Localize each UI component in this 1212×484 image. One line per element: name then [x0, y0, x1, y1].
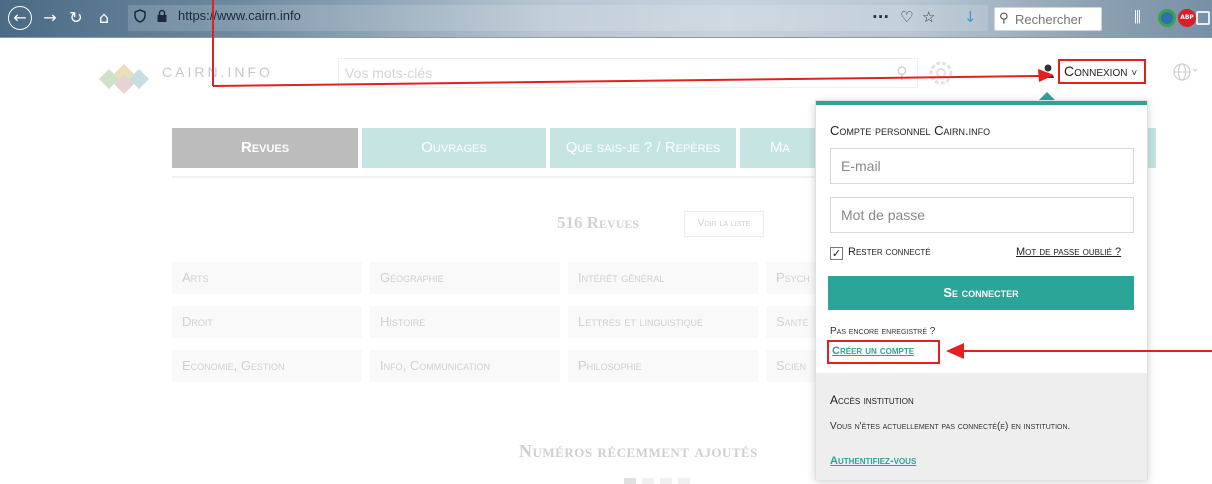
logo-text[interactable]: CAIRN.INFO: [162, 64, 273, 80]
lock-icon: [157, 9, 167, 22]
page-actions-icon[interactable]: ···: [872, 8, 889, 26]
not-registered-text: Pas encore enregistré ?: [830, 326, 936, 337]
tab-que-sais-je[interactable]: Que sais-je ? / Repères: [550, 128, 736, 168]
login-title: Compte personnel Cairn.info: [830, 123, 991, 138]
carousel-dots[interactable]: [624, 478, 704, 484]
extension-globe-icon[interactable]: [1158, 9, 1176, 27]
login-popup: Compte personnel Cairn.info ✓ Rester con…: [815, 100, 1148, 480]
browser-search-input[interactable]: [1015, 8, 1101, 30]
category-item[interactable]: Scien: [766, 350, 816, 382]
reload-icon[interactable]: ↻: [66, 8, 86, 28]
category-item[interactable]: Géographie: [370, 262, 560, 294]
library-icon[interactable]: ⫼: [1134, 8, 1141, 26]
email-field[interactable]: [830, 148, 1134, 184]
url-text[interactable]: https://www.cairn.info: [178, 8, 301, 23]
back-arrow-icon[interactable]: ←: [8, 6, 32, 30]
user-icon[interactable]: [1040, 63, 1056, 79]
email-input[interactable]: [831, 149, 1127, 183]
extension-square-icon[interactable]: [1196, 11, 1210, 25]
voir-la-liste-button[interactable]: Voir la liste: [684, 211, 764, 237]
category-item[interactable]: Histoire: [370, 306, 560, 338]
login-button[interactable]: Se connecter: [828, 276, 1134, 310]
download-icon[interactable]: ↓: [964, 8, 977, 26]
adblock-icon[interactable]: ABP: [1178, 9, 1196, 27]
category-item[interactable]: Philosophie: [568, 350, 758, 382]
category-item[interactable]: Arts: [172, 262, 362, 294]
site-search-input[interactable]: [339, 59, 859, 87]
home-icon[interactable]: ⌂: [94, 8, 114, 28]
category-item[interactable]: Intérêt général: [568, 262, 758, 294]
popup-accent-bar: [816, 101, 1147, 105]
popup-caret: [1039, 92, 1055, 100]
site-search-box[interactable]: [338, 58, 918, 88]
tabs-divider: [172, 176, 818, 178]
password-input[interactable]: [831, 198, 1127, 232]
bookmark-star-icon[interactable]: ☆: [922, 8, 935, 26]
create-account-link[interactable]: Créer un compte: [832, 345, 914, 357]
category-item[interactable]: Santé: [766, 306, 816, 338]
tab-magazines[interactable]: Ma: [740, 128, 820, 168]
chevron-down-icon: ˅: [1131, 68, 1138, 79]
remember-label[interactable]: Rester connecté: [848, 246, 931, 258]
remember-checkbox[interactable]: ✓: [830, 247, 843, 260]
recent-issues-title: Numéros récemment ajoutés: [519, 441, 758, 461]
category-item[interactable]: Economie, Gestion: [172, 350, 362, 382]
globe-icon[interactable]: [1172, 62, 1198, 82]
forward-arrow-icon[interactable]: →: [40, 8, 60, 28]
search-icon: ⚲: [999, 11, 1009, 26]
institution-text: Vous n'êtes actuellement pas connecté(e)…: [830, 421, 1071, 432]
tab-ouvrages[interactable]: Ouvrages: [362, 128, 546, 168]
connexion-label: Connexion: [1064, 63, 1128, 79]
tab-revues[interactable]: Revues: [172, 128, 358, 168]
forgot-password-link[interactable]: Mot de passe oublié ?: [1016, 246, 1121, 258]
browser-search-box[interactable]: ⚲: [994, 7, 1102, 31]
pocket-icon[interactable]: ♡: [900, 8, 913, 26]
browser-toolbar: ← → ↻ ⌂ https://www.cairn.info ··· ♡ ☆ ↓…: [0, 0, 1212, 38]
gear-icon[interactable]: [928, 60, 954, 86]
category-item[interactable]: Droit: [172, 306, 362, 338]
cairn-logo-icon[interactable]: [94, 54, 154, 94]
password-field[interactable]: [830, 197, 1134, 233]
category-item[interactable]: Psych: [766, 262, 816, 294]
connexion-button[interactable]: Connexion ˅: [1058, 59, 1146, 84]
authenticate-link[interactable]: Authentifiez-vous: [830, 455, 916, 467]
search-icon[interactable]: ⚲: [896, 63, 908, 82]
revues-count-title: 516 Revues: [557, 213, 640, 232]
institution-title: Accès institution: [830, 393, 914, 407]
category-item[interactable]: Lettres et linguistique: [568, 306, 758, 338]
category-item[interactable]: Info, Communication: [370, 350, 560, 382]
shield-icon[interactable]: [134, 9, 146, 23]
